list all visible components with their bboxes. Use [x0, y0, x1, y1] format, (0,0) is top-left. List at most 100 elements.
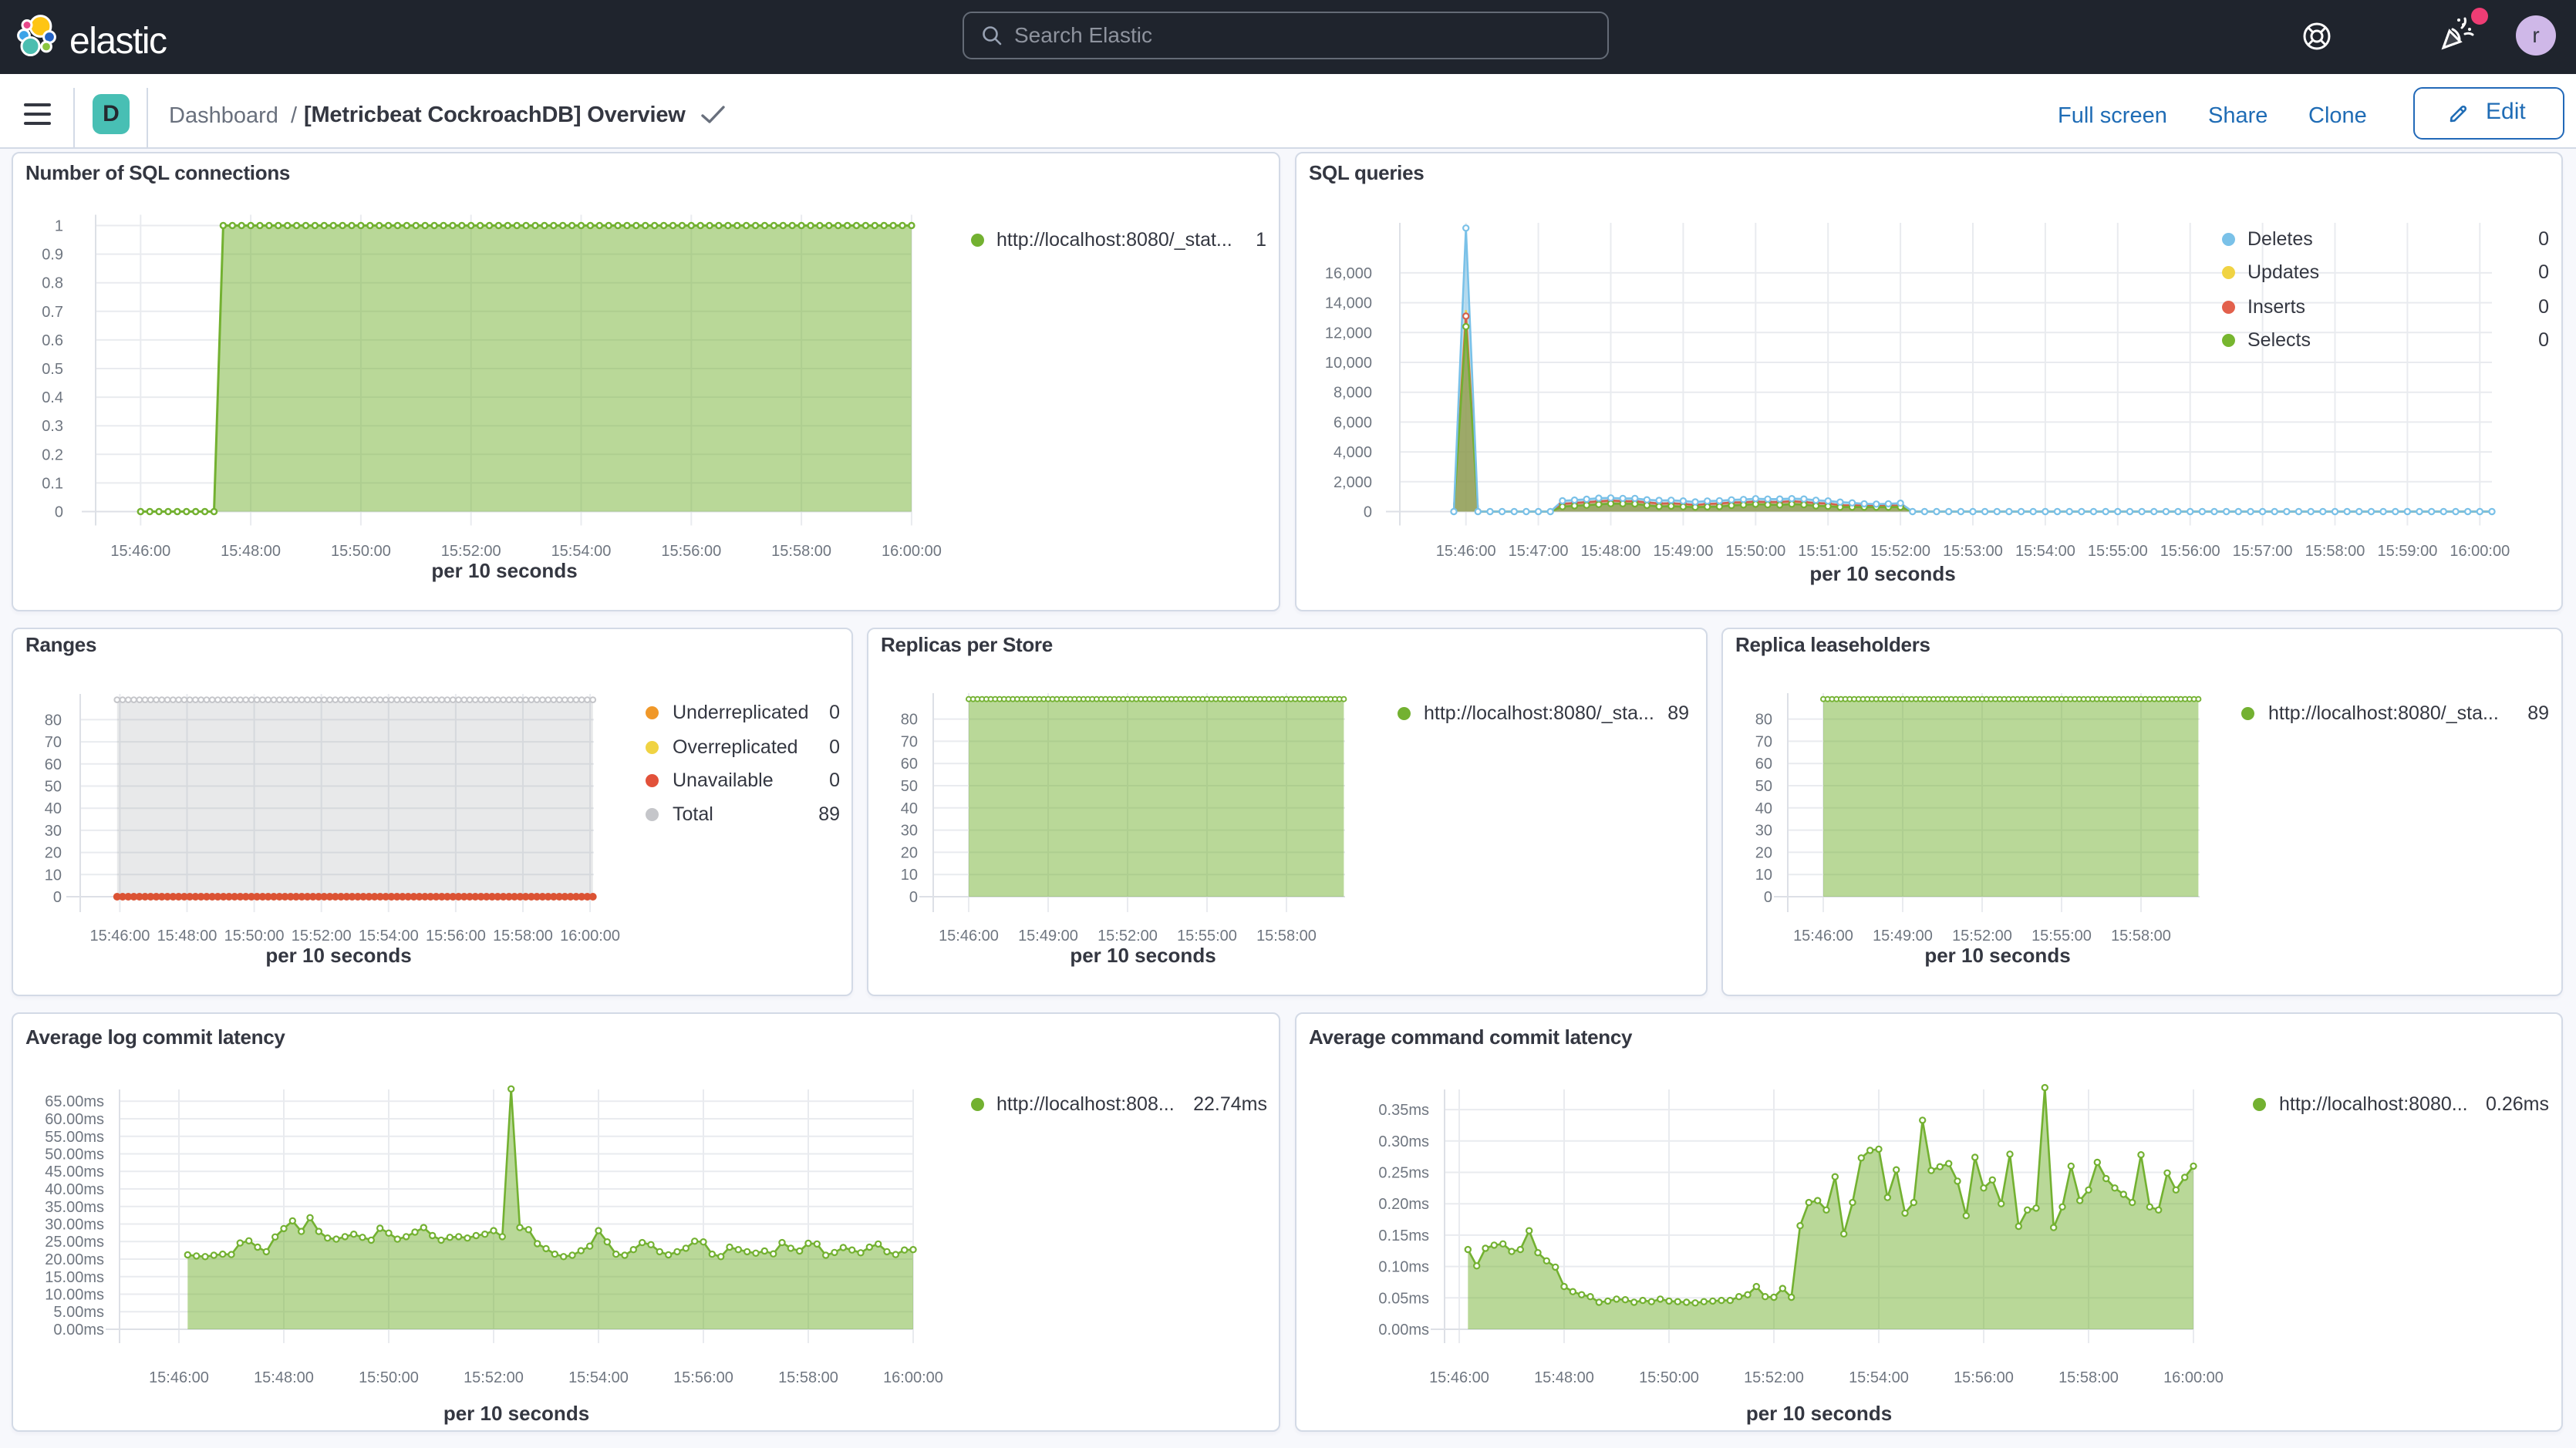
- svg-text:15:46:00: 15:46:00: [1793, 928, 1853, 945]
- svg-text:15:52:00: 15:52:00: [1097, 928, 1158, 945]
- svg-text:0.20ms: 0.20ms: [1378, 1196, 1429, 1213]
- svg-text:16:00:00: 16:00:00: [2450, 543, 2510, 560]
- svg-text:40: 40: [1755, 800, 1772, 817]
- svg-text:0.6: 0.6: [42, 332, 63, 349]
- svg-text:15:46:00: 15:46:00: [1429, 1369, 1489, 1386]
- svg-text:15:50:00: 15:50:00: [331, 543, 391, 560]
- svg-text:15:52:00: 15:52:00: [292, 928, 352, 945]
- svg-text:15:56:00: 15:56:00: [426, 928, 486, 945]
- svg-text:15:54:00: 15:54:00: [359, 928, 419, 945]
- svg-text:20: 20: [901, 844, 918, 861]
- svg-text:15:52:00: 15:52:00: [464, 1369, 524, 1386]
- svg-text:0.05ms: 0.05ms: [1378, 1290, 1429, 1307]
- svg-text:20: 20: [45, 845, 62, 862]
- svg-text:10.00ms: 10.00ms: [45, 1287, 104, 1304]
- svg-text:per 10 seconds: per 10 seconds: [1924, 944, 2070, 967]
- svg-text:60: 60: [901, 756, 918, 773]
- svg-text:0: 0: [53, 889, 62, 906]
- svg-text:15:55:00: 15:55:00: [2088, 543, 2148, 560]
- svg-text:15:58:00: 15:58:00: [2058, 1369, 2119, 1386]
- svg-text:15:58:00: 15:58:00: [493, 928, 553, 945]
- svg-text:15:52:00: 15:52:00: [1744, 1369, 1804, 1386]
- svg-text:30: 30: [1755, 823, 1772, 840]
- svg-text:0.00ms: 0.00ms: [1378, 1322, 1429, 1339]
- svg-text:40: 40: [901, 800, 918, 817]
- svg-text:70: 70: [901, 733, 918, 750]
- svg-text:0.25ms: 0.25ms: [1378, 1165, 1429, 1182]
- svg-text:15:56:00: 15:56:00: [661, 543, 721, 560]
- svg-text:50: 50: [901, 778, 918, 795]
- svg-text:15:46:00: 15:46:00: [1436, 543, 1496, 560]
- svg-text:2,000: 2,000: [1334, 474, 1372, 491]
- svg-text:0.5: 0.5: [42, 361, 63, 378]
- svg-text:15:55:00: 15:55:00: [2031, 928, 2092, 945]
- svg-text:5.00ms: 5.00ms: [53, 1304, 104, 1321]
- svg-text:16:00:00: 16:00:00: [560, 928, 620, 945]
- svg-text:55.00ms: 55.00ms: [45, 1129, 104, 1146]
- svg-text:15:48:00: 15:48:00: [1534, 1369, 1594, 1386]
- svg-text:15:52:00: 15:52:00: [1870, 543, 1930, 560]
- svg-text:4,000: 4,000: [1334, 444, 1372, 461]
- svg-text:15:53:00: 15:53:00: [1943, 543, 2003, 560]
- svg-text:15:58:00: 15:58:00: [1256, 928, 1317, 945]
- svg-text:15:50:00: 15:50:00: [1639, 1369, 1699, 1386]
- svg-text:30.00ms: 30.00ms: [45, 1217, 104, 1234]
- svg-text:per 10 seconds: per 10 seconds: [1809, 562, 1955, 585]
- svg-text:0.3: 0.3: [42, 418, 63, 435]
- svg-text:20.00ms: 20.00ms: [45, 1251, 104, 1268]
- svg-text:15:49:00: 15:49:00: [1018, 928, 1078, 945]
- svg-text:15:48:00: 15:48:00: [157, 928, 217, 945]
- svg-text:15:52:00: 15:52:00: [1952, 928, 2012, 945]
- svg-text:15:54:00: 15:54:00: [568, 1369, 629, 1386]
- svg-text:16:00:00: 16:00:00: [882, 543, 942, 560]
- svg-text:15:49:00: 15:49:00: [1873, 928, 1933, 945]
- svg-text:per 10 seconds: per 10 seconds: [265, 944, 411, 967]
- svg-text:15:51:00: 15:51:00: [1798, 543, 1858, 560]
- svg-text:15:54:00: 15:54:00: [2015, 543, 2075, 560]
- svg-text:45.00ms: 45.00ms: [45, 1163, 104, 1180]
- svg-text:15:54:00: 15:54:00: [551, 543, 612, 560]
- svg-text:10: 10: [45, 867, 62, 884]
- svg-text:8,000: 8,000: [1334, 385, 1372, 402]
- svg-text:0.8: 0.8: [42, 275, 63, 292]
- svg-text:0.4: 0.4: [42, 389, 63, 406]
- svg-text:per 10 seconds: per 10 seconds: [443, 1402, 589, 1425]
- svg-text:60: 60: [1755, 756, 1772, 773]
- svg-text:15:48:00: 15:48:00: [1581, 543, 1641, 560]
- svg-text:0.7: 0.7: [42, 304, 63, 321]
- svg-text:30: 30: [901, 823, 918, 840]
- svg-text:0: 0: [1364, 504, 1372, 521]
- svg-text:15:50:00: 15:50:00: [1725, 543, 1785, 560]
- svg-text:15.00ms: 15.00ms: [45, 1269, 104, 1286]
- svg-text:25.00ms: 25.00ms: [45, 1234, 104, 1251]
- svg-text:15:58:00: 15:58:00: [2111, 928, 2171, 945]
- svg-text:15:55:00: 15:55:00: [1177, 928, 1237, 945]
- svg-text:50.00ms: 50.00ms: [45, 1147, 104, 1163]
- svg-text:15:50:00: 15:50:00: [359, 1369, 419, 1386]
- svg-text:15:48:00: 15:48:00: [221, 543, 281, 560]
- svg-text:40.00ms: 40.00ms: [45, 1181, 104, 1198]
- svg-text:15:54:00: 15:54:00: [1849, 1369, 1909, 1386]
- svg-text:0: 0: [909, 889, 918, 906]
- svg-text:15:56:00: 15:56:00: [2160, 543, 2220, 560]
- svg-text:15:59:00: 15:59:00: [2377, 543, 2437, 560]
- svg-text:15:50:00: 15:50:00: [224, 928, 285, 945]
- svg-text:per 10 seconds: per 10 seconds: [1070, 944, 1216, 967]
- svg-text:15:49:00: 15:49:00: [1653, 543, 1713, 560]
- svg-text:0.2: 0.2: [42, 446, 63, 463]
- svg-text:6,000: 6,000: [1334, 414, 1372, 431]
- svg-text:35.00ms: 35.00ms: [45, 1199, 104, 1216]
- svg-text:15:46:00: 15:46:00: [149, 1369, 209, 1386]
- svg-text:15:56:00: 15:56:00: [1954, 1369, 2014, 1386]
- svg-text:70: 70: [1755, 733, 1772, 750]
- svg-text:0.10ms: 0.10ms: [1378, 1259, 1429, 1276]
- svg-text:0: 0: [1764, 889, 1772, 906]
- svg-text:15:48:00: 15:48:00: [254, 1369, 314, 1386]
- svg-text:per 10 seconds: per 10 seconds: [431, 559, 577, 582]
- svg-text:0.30ms: 0.30ms: [1378, 1133, 1429, 1150]
- svg-text:16:00:00: 16:00:00: [883, 1369, 943, 1386]
- svg-text:15:46:00: 15:46:00: [110, 543, 170, 560]
- svg-text:15:46:00: 15:46:00: [939, 928, 999, 945]
- svg-text:16:00:00: 16:00:00: [2163, 1369, 2224, 1386]
- svg-text:15:56:00: 15:56:00: [673, 1369, 733, 1386]
